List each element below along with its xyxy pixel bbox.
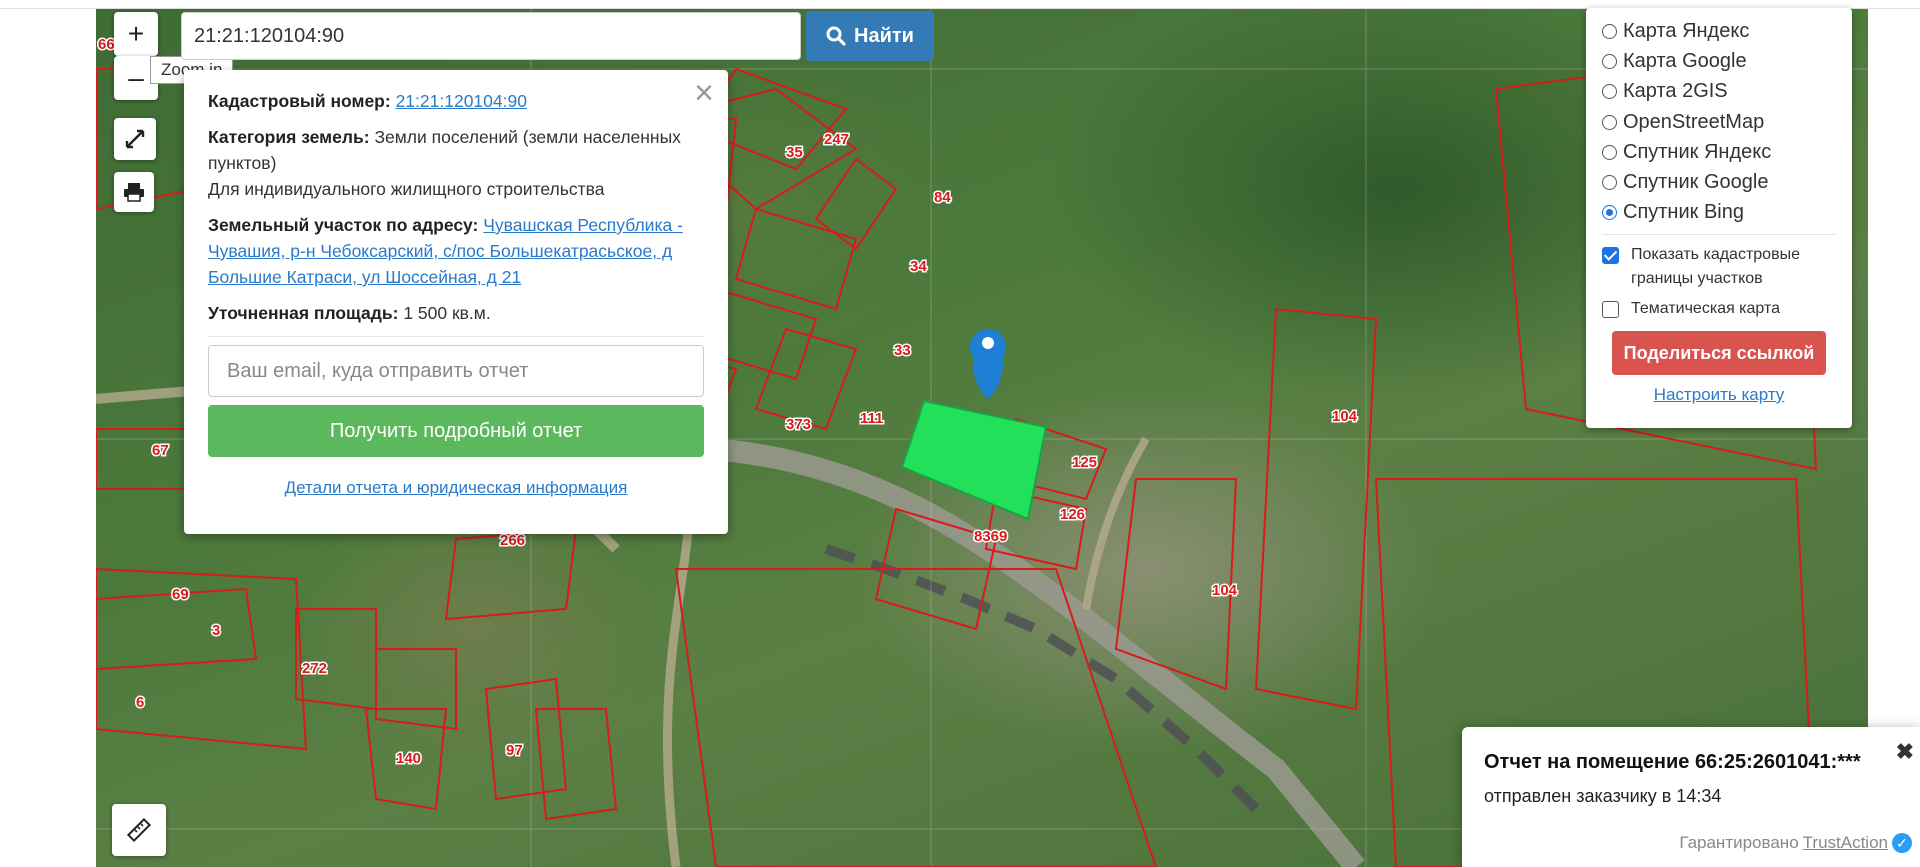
- plot-label: 69: [172, 586, 189, 603]
- radio-icon[interactable]: [1602, 205, 1617, 221]
- layer-option-label: Спутник Яндекс: [1623, 140, 1772, 163]
- address-row: Земельный участок по адресу: Чувашская Р…: [208, 212, 704, 290]
- layer-option-label: Спутник Google: [1623, 171, 1769, 194]
- plot-label: 126: [1060, 506, 1085, 523]
- show-boundaries-checkbox[interactable]: [1602, 247, 1619, 265]
- report-details: Детали отчета и юридическая информация: [208, 475, 704, 501]
- plot-label: 67: [152, 442, 169, 459]
- cadastral-number-label: Кадастровый номер:: [208, 91, 391, 111]
- layer-option-label: Спутник Bing: [1623, 201, 1744, 224]
- thematic-map-label: Тематическая карта: [1631, 300, 1781, 318]
- plot-label: 104: [1332, 408, 1358, 425]
- location-marker-icon[interactable]: [970, 329, 1006, 399]
- zoom-out-label: –: [128, 62, 144, 93]
- fullscreen-button[interactable]: [114, 118, 156, 160]
- layer-option[interactable]: Карта Яндекс: [1602, 16, 1836, 46]
- radio-icon[interactable]: [1602, 144, 1617, 160]
- fullscreen-icon: [125, 129, 145, 149]
- get-report-button[interactable]: Получить подробный отчет: [208, 405, 704, 457]
- zoom-in-label: +: [127, 18, 145, 49]
- plot-label: 35: [786, 144, 803, 161]
- area-row: Уточненная площадь: 1 500 кв.м.: [208, 300, 704, 326]
- trustaction-link[interactable]: TrustAction: [1803, 833, 1888, 853]
- plot-label: 3: [212, 622, 220, 639]
- plot-label: 34: [910, 258, 927, 275]
- plot-label: 266: [500, 532, 525, 549]
- radio-icon[interactable]: [1602, 114, 1617, 130]
- cadastral-number-row: Кадастровый номер: 21:21:120104:90: [208, 88, 704, 114]
- radio-icon[interactable]: [1602, 175, 1617, 191]
- plot-info-popup: × Кадастровый номер: 21:21:120104:90 Кат…: [184, 70, 728, 534]
- thematic-map-option[interactable]: Тематическая карта: [1602, 297, 1836, 321]
- layer-option[interactable]: Карта 2GIS: [1602, 77, 1836, 107]
- show-boundaries-option[interactable]: Показать кадастровые границы участков: [1602, 243, 1836, 291]
- land-category-row: Категория земель: Земли поселений (земли…: [208, 124, 704, 176]
- search-icon: [826, 26, 846, 46]
- email-field[interactable]: Ваш email, куда отправить отчет: [208, 345, 704, 397]
- close-icon[interactable]: ×: [694, 76, 714, 110]
- print-button[interactable]: [114, 172, 154, 212]
- plot-label: 125: [1072, 454, 1097, 471]
- ruler-icon: [126, 817, 152, 843]
- layer-option[interactable]: Спутник Bing: [1602, 198, 1836, 228]
- close-icon[interactable]: ✖: [1896, 739, 1914, 765]
- plot-label: 66: [98, 36, 115, 53]
- search-button[interactable]: Найти: [806, 11, 934, 61]
- zoom-in-button[interactable]: +: [114, 12, 158, 56]
- area-value: 1 500 кв.м.: [403, 303, 491, 323]
- guarantee-prefix: Гарантировано: [1679, 833, 1799, 852]
- layer-option-label: Карта Яндекс: [1623, 19, 1750, 42]
- notification-subtitle: отправлен заказчику в 14:34: [1484, 786, 1722, 806]
- layer-option[interactable]: OpenStreetMap: [1602, 107, 1836, 137]
- radio-icon[interactable]: [1602, 53, 1617, 69]
- area-label: Уточненная площадь:: [208, 303, 399, 323]
- map-layers-panel: Карта Яндекс Карта Google Карта 2GIS Ope…: [1586, 8, 1852, 428]
- print-icon: [124, 183, 144, 202]
- notification-title: Отчет на помещение 66:25:2601041:***: [1484, 751, 1861, 773]
- radio-icon[interactable]: [1602, 23, 1617, 39]
- layer-option[interactable]: Спутник Google: [1602, 167, 1836, 197]
- search-input[interactable]: 21:21:120104:90: [181, 12, 801, 60]
- configure-map-link[interactable]: Настроить карту: [1602, 385, 1836, 405]
- thematic-map-checkbox[interactable]: [1602, 301, 1619, 319]
- layer-option[interactable]: Спутник Яндекс: [1602, 137, 1836, 167]
- land-usage: Для индивидуального жилищного строительс…: [208, 179, 605, 199]
- report-notification: ✖ Отчет на помещение 66:25:2601041:*** о…: [1462, 727, 1920, 867]
- guarantee: Гарантировано TrustAction ✓: [1679, 833, 1912, 853]
- verified-check-icon: ✓: [1892, 833, 1912, 853]
- search-button-label: Найти: [854, 24, 914, 47]
- plot-label: 84: [934, 189, 951, 206]
- plot-label: 97: [506, 742, 523, 759]
- plot-label: 373: [786, 416, 811, 433]
- layer-option-label: OpenStreetMap: [1623, 110, 1765, 133]
- land-category-label: Категория земель:: [208, 127, 370, 147]
- plot-label: 6: [136, 694, 144, 711]
- divider: [208, 336, 704, 337]
- plot-label: 104: [1212, 582, 1238, 599]
- plot-label: 8369: [974, 528, 1007, 545]
- report-details-link[interactable]: Детали отчета и юридическая информация: [285, 478, 628, 497]
- layer-option[interactable]: Карта Google: [1602, 46, 1836, 76]
- layer-option-label: Карта 2GIS: [1623, 80, 1728, 103]
- show-boundaries-label: Показать кадастровые границы участков: [1631, 246, 1800, 288]
- radio-icon[interactable]: [1602, 84, 1617, 100]
- cadastral-number-link[interactable]: 21:21:120104:90: [396, 91, 527, 111]
- layer-option-label: Карта Google: [1623, 49, 1747, 72]
- plot-label: 33: [894, 342, 911, 359]
- plot-label: 272: [302, 660, 327, 677]
- plot-label: 140: [396, 750, 421, 767]
- plot-label: 247: [824, 131, 849, 148]
- plot-label: 111: [860, 410, 883, 427]
- address-label: Земельный участок по адресу:: [208, 215, 479, 235]
- divider: [1602, 234, 1836, 236]
- share-link-button[interactable]: Поделиться ссылкой: [1612, 331, 1826, 376]
- ruler-button[interactable]: [112, 804, 166, 856]
